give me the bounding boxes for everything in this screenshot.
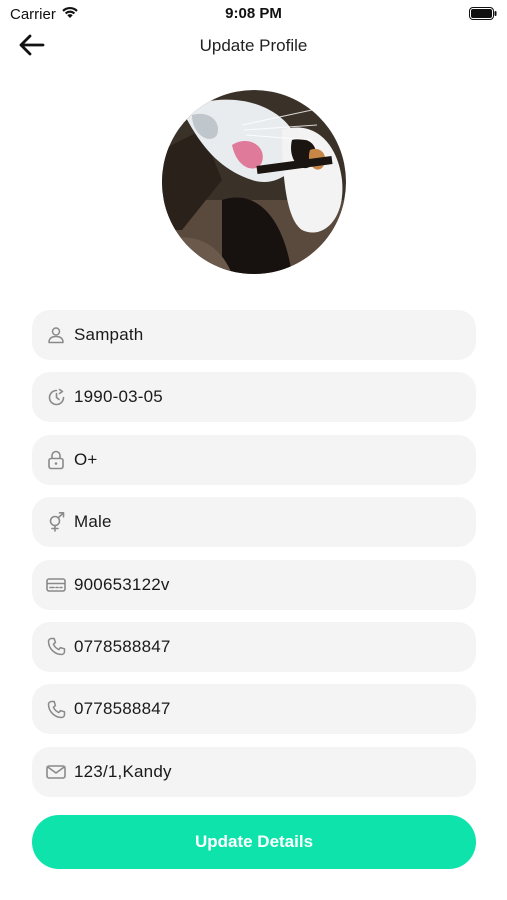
status-bar: Carrier 9:08 PM <box>0 0 507 28</box>
update-details-button[interactable]: Update Details <box>32 815 476 869</box>
name-value: Sampath <box>74 325 144 344</box>
phone-secondary-value: 0778588847 <box>74 699 171 719</box>
phone-value: 0778588847 <box>74 636 171 656</box>
phone-field[interactable]: 0778588847 <box>32 621 476 672</box>
birthdate-field[interactable]: 1990-03-05 <box>32 372 476 423</box>
update-profile-screen: Carrier 9:08 PM Update Profile Sampath 1… <box>0 0 507 900</box>
mail-icon <box>46 762 66 782</box>
gender-icon <box>46 512 66 532</box>
id-card-icon <box>46 575 66 595</box>
gender-value: Male <box>74 512 112 532</box>
gender-field[interactable]: Male <box>32 497 476 548</box>
blood-group-value: O+ <box>74 449 98 469</box>
status-time: 9:08 PM <box>225 5 282 22</box>
nic-value: 900653122v <box>74 574 170 594</box>
address-value: 123/1,Kandy <box>74 761 172 781</box>
birthdate-value: 1990-03-05 <box>74 387 163 407</box>
name-field[interactable]: Sampath <box>32 310 476 360</box>
phone-icon <box>46 637 66 657</box>
person-icon <box>46 325 66 345</box>
battery-icon <box>469 7 497 20</box>
avatar[interactable] <box>162 90 346 274</box>
page-title: Update Profile <box>199 36 308 55</box>
address-field[interactable]: 123/1,Kandy <box>32 746 476 797</box>
profile-form: Sampath 1990-03-05 O+ Male 900653122v 07… <box>32 310 476 809</box>
phone-icon <box>46 699 66 719</box>
lock-icon <box>46 450 66 470</box>
calendar-clock-icon <box>46 387 66 407</box>
phone-secondary-field[interactable]: 0778588847 <box>32 684 476 735</box>
blood-group-field[interactable]: O+ <box>32 434 476 485</box>
nic-field[interactable]: 900653122v <box>32 559 476 610</box>
